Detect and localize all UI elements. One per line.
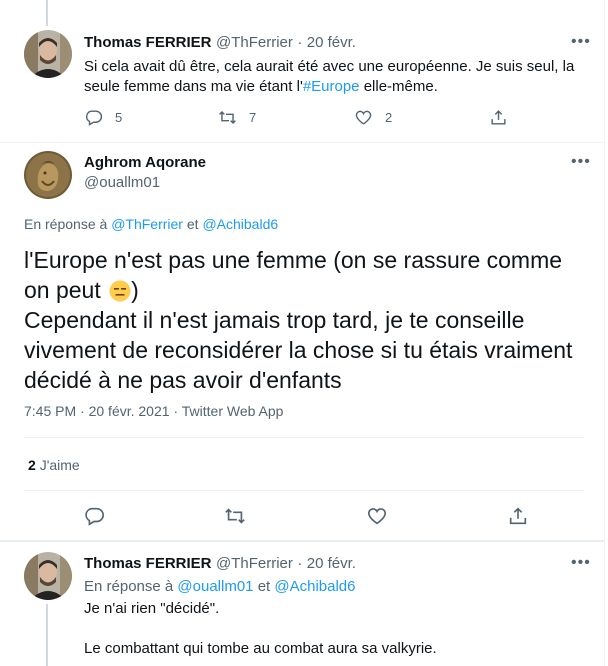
retweet-icon	[225, 508, 245, 524]
like-icon	[355, 110, 372, 125]
tweet-text: Si cela avait dû être, cela aurait été a…	[84, 58, 575, 95]
reply-button[interactable]	[83, 505, 105, 527]
share-button[interactable]	[507, 505, 529, 527]
separator-dot: ·	[297, 34, 303, 51]
tweet-thread: ▔ ▔ ▔ Thomas FERRIER @ThFerrier · 20 fév…	[0, 0, 605, 666]
author-handle[interactable]: @ThFerrier	[216, 555, 293, 572]
share-icon[interactable]: ▔	[489, 0, 505, 7]
retweet-button[interactable]	[224, 505, 246, 527]
reply-context: En réponse à @ThFerrier et @Achibald6	[24, 216, 279, 232]
expressionless-emoji-icon	[109, 279, 131, 302]
thread-connector	[46, 604, 48, 666]
hashtag-link[interactable]: #Europe	[303, 78, 360, 95]
like-button[interactable]	[366, 505, 388, 527]
tweet-text: Je n'ai rien "décidé". Le combattant qui…	[84, 600, 437, 657]
tweet-header: Thomas FERRIER @ThFerrier · 20 févr.	[84, 34, 356, 52]
more-icon[interactable]: •••	[571, 33, 591, 51]
reply-context: En réponse à @ouallm01 et @Achibald6	[84, 578, 356, 595]
avatar[interactable]	[24, 151, 72, 199]
like-icon	[367, 508, 387, 525]
thread-connector	[46, 0, 48, 26]
share-icon	[509, 507, 527, 525]
tweet-source: Twitter Web App	[181, 403, 284, 419]
author-name[interactable]: Thomas FERRIER	[84, 34, 212, 51]
tweet-header: Thomas FERRIER @ThFerrier · 20 févr.	[84, 555, 356, 573]
avatar[interactable]	[24, 30, 72, 78]
divider	[0, 142, 604, 143]
retweet-icon[interactable]: ▔	[229, 0, 245, 7]
divider	[0, 540, 604, 542]
share-button[interactable]	[489, 108, 508, 127]
likes-stat[interactable]: 2 J'aime	[28, 457, 80, 473]
share-icon	[491, 110, 506, 125]
tweet-text: l'Europe n'est pas une femme (on se rass…	[24, 247, 573, 393]
tweet-date[interactable]: 20 févr.	[307, 34, 356, 51]
avatar[interactable]	[24, 552, 72, 600]
reply-count: 5	[115, 110, 123, 125]
reply-icon	[85, 507, 104, 526]
reply-icon[interactable]: ▔	[116, 0, 132, 7]
mention-link[interactable]: @Achibald6	[202, 216, 278, 232]
divider	[24, 490, 584, 491]
more-icon[interactable]: •••	[571, 153, 591, 171]
retweet-button[interactable]: 7	[218, 108, 256, 127]
mention-link[interactable]: @ThFerrier	[111, 216, 183, 232]
tweet-date[interactable]: 20 févr.	[307, 555, 356, 572]
author-handle[interactable]: @ouallm01	[84, 174, 160, 191]
author-name[interactable]: Thomas FERRIER	[84, 555, 212, 572]
like-count: 2	[385, 110, 393, 125]
previous-tweet-actions: ▔ ▔ ▔	[0, 0, 604, 12]
author-handle[interactable]: @ThFerrier	[216, 34, 293, 51]
reply-button[interactable]: 5	[84, 108, 122, 127]
tweet-time[interactable]: 7:45 PM	[24, 403, 76, 419]
author-name[interactable]: Aghrom Aqorane	[84, 154, 206, 171]
retweet-count: 7	[249, 110, 257, 125]
likes-stat-count: 2	[28, 457, 36, 473]
more-icon[interactable]: •••	[571, 554, 591, 572]
separator-dot: ·	[297, 555, 303, 572]
tweet-meta: 7:45 PM · 20 févr. 2021 · Twitter Web Ap…	[24, 403, 284, 419]
tweet-date[interactable]: 20 févr. 2021	[89, 403, 170, 419]
retweet-icon	[219, 110, 236, 125]
mention-link[interactable]: @Achibald6	[274, 578, 355, 595]
like-button[interactable]: 2	[354, 108, 392, 127]
mention-link[interactable]: @ouallm01	[177, 578, 253, 595]
divider	[24, 437, 584, 438]
reply-icon	[85, 110, 103, 126]
likes-stat-label: J'aime	[39, 457, 80, 473]
